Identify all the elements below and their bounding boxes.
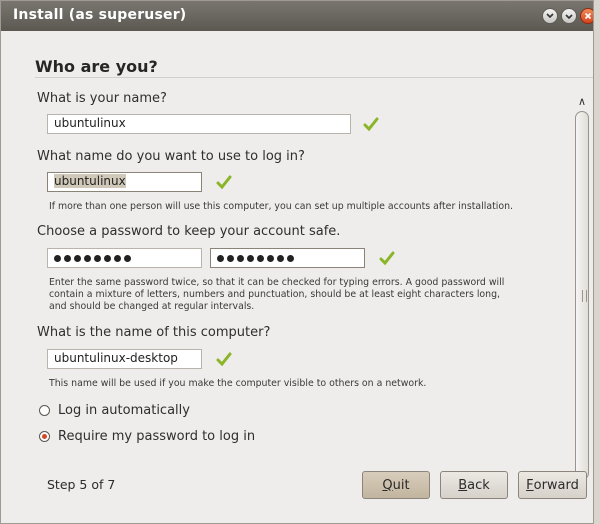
quit-label-rest: uit bbox=[392, 477, 410, 493]
login-automatically-label: Log in automatically bbox=[58, 403, 190, 418]
password-mask-dot bbox=[84, 254, 91, 262]
heading-divider bbox=[35, 77, 593, 78]
quit-mnemonic: Q bbox=[382, 477, 393, 493]
password-mask-dot bbox=[247, 254, 254, 262]
back-mnemonic: B bbox=[458, 477, 468, 493]
password-mask-dot bbox=[217, 254, 224, 262]
require-password-option[interactable]: Require my password to log in bbox=[39, 429, 255, 444]
password-mask-dot bbox=[74, 254, 81, 262]
confirm-password-field[interactable] bbox=[210, 248, 365, 268]
login-hint: If more than one person will use this co… bbox=[49, 201, 514, 212]
password-hint-line: and should be changed at regular interva… bbox=[49, 301, 255, 312]
password-mask-dot bbox=[124, 254, 131, 262]
name-question: What is your name? bbox=[37, 91, 167, 106]
password-mask-dot bbox=[94, 254, 101, 262]
step-indicator: Step 5 of 7 bbox=[47, 477, 116, 492]
content-area: Who are you? What is your name? ubuntuli… bbox=[1, 31, 593, 523]
require-password-label: Require my password to log in bbox=[58, 429, 256, 444]
password-mask-dot bbox=[114, 254, 121, 262]
title-bar[interactable]: Install (as superuser) bbox=[1, 1, 593, 32]
password-field[interactable] bbox=[47, 248, 202, 268]
password-mask-dot bbox=[227, 254, 234, 262]
login-name-field[interactable]: ubuntulinux bbox=[47, 172, 202, 192]
login-name-value: ubuntulinux bbox=[54, 174, 126, 188]
vertical-scrollbar[interactable]: ∧ ∨ bbox=[573, 95, 591, 486]
scroll-up-icon[interactable]: ∧ bbox=[578, 95, 586, 108]
minimize-button[interactable] bbox=[542, 8, 558, 24]
require-password-radio[interactable] bbox=[39, 431, 50, 442]
password-mask-dot bbox=[257, 254, 264, 262]
close-button[interactable] bbox=[580, 8, 593, 24]
login-question: What name do you want to use to log in? bbox=[37, 149, 305, 164]
quit-button[interactable]: Quit bbox=[362, 471, 430, 499]
password-mask-dot bbox=[277, 254, 284, 262]
scrollbar-thumb[interactable] bbox=[575, 111, 589, 480]
installer-window: Install (as superuser) Who are you? What… bbox=[0, 0, 594, 524]
computer-name-field[interactable]: ubuntulinux-desktop bbox=[47, 349, 202, 369]
login-automatically-radio[interactable] bbox=[39, 405, 50, 416]
window-title: Install (as superuser) bbox=[13, 7, 187, 23]
name-valid-check-icon bbox=[363, 117, 379, 132]
login-valid-check-icon bbox=[216, 175, 232, 190]
full-name-field[interactable]: ubuntulinux bbox=[47, 114, 351, 134]
scroll-grip-icon bbox=[582, 290, 587, 302]
confirm-password-mask bbox=[217, 250, 358, 266]
computer-hint: This name will be used if you make the c… bbox=[49, 378, 427, 389]
maximize-button[interactable] bbox=[561, 8, 577, 24]
password-mask-dot bbox=[64, 254, 71, 262]
computer-name-value: ubuntulinux-desktop bbox=[54, 351, 178, 365]
password-question: Choose a password to keep your account s… bbox=[37, 224, 341, 239]
password-mask bbox=[54, 250, 195, 266]
password-hint: Enter the same password twice, so that i… bbox=[49, 277, 504, 313]
close-icon bbox=[584, 12, 592, 20]
login-automatically-option[interactable]: Log in automatically bbox=[39, 403, 190, 418]
password-mask-dot bbox=[54, 254, 61, 262]
forward-mnemonic: F bbox=[526, 477, 534, 493]
password-mask-dot bbox=[237, 254, 244, 262]
back-button[interactable]: Back bbox=[440, 471, 508, 499]
maximize-icon bbox=[565, 14, 573, 20]
password-mask-dot bbox=[267, 254, 274, 262]
minimize-icon bbox=[546, 13, 554, 19]
forward-label-rest: orward bbox=[533, 477, 579, 493]
password-mask-dot bbox=[287, 254, 294, 262]
password-hint-line: contain a mixture of letters, numbers an… bbox=[49, 289, 501, 300]
forward-button[interactable]: Forward bbox=[518, 471, 587, 499]
computer-question: What is the name of this computer? bbox=[37, 325, 271, 340]
computer-valid-check-icon bbox=[216, 352, 232, 367]
full-name-value: ubuntulinux bbox=[54, 116, 126, 130]
password-hint-line: Enter the same password twice, so that i… bbox=[49, 277, 505, 288]
back-label-rest: ack bbox=[467, 477, 490, 493]
page-title: Who are you? bbox=[35, 57, 158, 76]
password-mask-dot bbox=[104, 254, 111, 262]
password-valid-check-icon bbox=[379, 251, 395, 266]
